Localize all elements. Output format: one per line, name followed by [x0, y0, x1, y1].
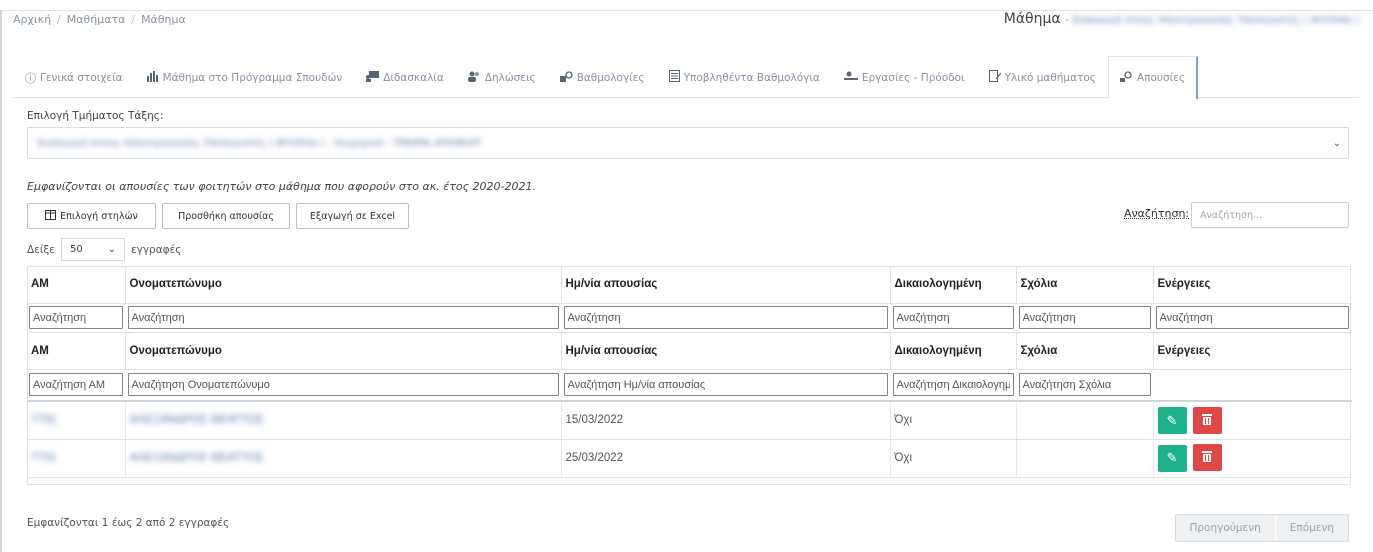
filter-am[interactable]	[29, 306, 123, 329]
section-select-label: Επιλογή Τμήματος Τάξης:	[27, 110, 164, 122]
academic-year-note: Εμφανίζονται οι απουσίες των φοιτητών στ…	[27, 180, 536, 193]
tab-course-material[interactable]: Υλικό μαθήματος	[977, 56, 1108, 98]
previous-page-button[interactable]: Προηγούμενη	[1176, 515, 1275, 541]
page-length: Δείξε 50 ⌄ εγγραφές	[27, 238, 181, 261]
users-icon	[467, 71, 481, 85]
cell-justified: Όχι	[890, 439, 1017, 478]
pencil-icon: ✎	[1166, 450, 1178, 466]
search-input[interactable]	[1191, 202, 1349, 228]
trash-icon	[1202, 413, 1212, 428]
cell-name: ΑΛΕΞΑΝΔΡΟΣ ΘΕΑΤΤΟΣ	[129, 414, 264, 427]
column-header-name-2[interactable]: Ονοματεπώνυμο	[125, 332, 562, 370]
export-excel-button[interactable]: Εξαγωγή σε Excel	[296, 203, 409, 229]
cell-comments	[1016, 401, 1154, 440]
column-header-date[interactable]: Ημ/νία απουσίας	[561, 266, 891, 304]
bar-chart-icon	[146, 70, 159, 85]
tab-enrollments[interactable]: Δηλώσεις	[456, 56, 548, 98]
chevron-down-icon: ⌄	[1332, 137, 1342, 149]
absences-table: ΑΜ Ονοματεπώνυμο Ημ/νία απουσίας Δικαιολ…	[27, 266, 1352, 478]
edit-button[interactable]: ✎	[1157, 444, 1187, 472]
course-tabs: ⓘ Γενικά στοιχεία Μάθημα στο Πρόγραμμα Σπ…	[13, 56, 1359, 99]
tab-assignments[interactable]: Εργασίες - Πρόοδοι	[832, 56, 977, 98]
column-header-actions[interactable]: Ενέργειες	[1153, 266, 1351, 304]
page-title: Μάθημα - Εισαγωγή στους Ηλεκτρονικούς Υπ…	[1003, 11, 1359, 27]
pagination: Προηγούμενη Επόμενη	[1174, 514, 1349, 542]
filter-row-2	[27, 369, 1352, 402]
column-header-justified[interactable]: Δικαιολογημένη	[890, 266, 1017, 304]
filter-row	[27, 303, 1352, 333]
column-select-button[interactable]: Επιλογή στηλών	[27, 203, 156, 229]
tab-teaching[interactable]: Διδασκαλία	[354, 56, 456, 98]
column-header-name[interactable]: Ονοματεπώνυμο	[125, 266, 562, 304]
material-icon	[988, 70, 1002, 85]
column-header-am-2[interactable]: ΑΜ	[27, 332, 126, 370]
cell-justified: Όχι	[890, 401, 1017, 440]
breadcrumb: Αρχική / Μαθήματα / Μάθημα	[13, 13, 186, 26]
tab-general-info[interactable]: ⓘ Γενικά στοιχεία	[13, 56, 135, 98]
cell-date: 15/03/2022	[561, 401, 891, 440]
column-header-comments[interactable]: Σχόλια	[1016, 266, 1154, 304]
delete-button[interactable]	[1192, 444, 1222, 472]
filter-name[interactable]	[127, 306, 559, 329]
table-row: 7731 ΑΛΕΞΑΝΔΡΟΣ ΘΕΑΤΤΟΣ 15/03/2022 Όχι ✎	[27, 401, 1351, 440]
tab-absences[interactable]: Απουσίες	[1107, 56, 1199, 99]
column-header-actions-2[interactable]: Ενέργειες	[1153, 332, 1351, 370]
filter-actions[interactable]	[1155, 306, 1349, 329]
columns-icon	[45, 209, 57, 223]
trash-icon	[1202, 450, 1212, 465]
page-length-select[interactable]: 50 ⌄	[60, 238, 125, 261]
page-title-main: Μάθημα	[1003, 11, 1061, 27]
breadcrumb-home[interactable]: Αρχική	[13, 13, 51, 26]
filter-comments[interactable]	[1018, 306, 1151, 329]
breadcrumb-current: Μάθημα	[141, 13, 186, 26]
section-select[interactable]: Εισαγωγή στους Ηλεκτρονικούς Υπολογιστές…	[27, 127, 1349, 159]
column-header-am[interactable]: ΑΜ	[27, 266, 126, 304]
filter-name-2[interactable]	[127, 373, 559, 397]
table-row: 7731 ΑΛΕΞΑΝΔΡΟΣ ΘΕΑΤΤΟΣ 25/03/2022 Όχι ✎	[27, 439, 1351, 478]
search-label: Αναζήτηση:	[1124, 207, 1190, 220]
next-page-button[interactable]: Επόμενη	[1274, 515, 1348, 541]
table-header-row: ΑΜ Ονοματεπώνυμο Ημ/νία απουσίας Δικαιολ…	[27, 266, 1351, 304]
filter-date-2[interactable]	[563, 373, 888, 397]
cell-actions: ✎	[1153, 401, 1351, 440]
info-circle-icon: ⓘ	[25, 71, 36, 85]
pencil-icon: ✎	[1166, 412, 1178, 428]
tab-grades[interactable]: Βαθμολογίες	[548, 56, 657, 98]
tab-curriculum[interactable]: Μάθημα στο Πρόγραμμα Σπουδών	[135, 56, 355, 98]
filter-am-2[interactable]	[29, 373, 123, 397]
cell-am: 7731	[31, 452, 57, 464]
assignment-icon	[843, 71, 858, 85]
filter-date[interactable]	[563, 306, 888, 329]
chevron-down-icon: ⌄	[107, 244, 116, 255]
cell-am: 7731	[31, 414, 57, 427]
course-name: Εισαγωγή στους Ηλεκτρονικούς Υπολογιστές…	[1072, 15, 1359, 26]
cell-comments	[1016, 439, 1154, 478]
table-header-row-2: ΑΜ Ονοματεπώνυμο Ημ/νία απουσίας Δικαιολ…	[27, 332, 1351, 370]
absence-icon	[1119, 71, 1133, 85]
column-header-comments-2[interactable]: Σχόλια	[1016, 332, 1154, 370]
cell-date: 25/03/2022	[561, 439, 891, 478]
breadcrumb-courses[interactable]: Μαθήματα	[67, 13, 126, 26]
filter-justified[interactable]	[892, 306, 1014, 329]
document-list-icon	[668, 70, 680, 85]
cell-actions: ✎	[1153, 439, 1351, 478]
teacher-board-icon	[366, 70, 380, 85]
add-absence-button[interactable]: Προσθήκη απουσίας	[162, 203, 290, 229]
filter-comments-2[interactable]	[1018, 373, 1151, 397]
delete-button[interactable]	[1192, 406, 1222, 434]
column-header-justified-2[interactable]: Δικαιολογημένη	[890, 332, 1017, 370]
cell-name: ΑΛΕΞΑΝΔΡΟΣ ΘΕΑΤΤΟΣ	[129, 452, 264, 464]
filter-justified-2[interactable]	[892, 373, 1014, 397]
edit-button[interactable]: ✎	[1157, 407, 1187, 434]
column-header-date-2[interactable]: Ημ/νία απουσίας	[561, 332, 891, 370]
tab-submitted-gradebooks[interactable]: Υποβληθέντα Βαθμολόγια	[657, 56, 832, 98]
grades-icon	[559, 70, 573, 85]
table-info: Εμφανίζονται 1 έως 2 από 2 εγγραφές	[27, 517, 230, 529]
section-select-value: Εισαγωγή στους Ηλεκτρονικούς Υπολογιστές…	[38, 137, 482, 149]
